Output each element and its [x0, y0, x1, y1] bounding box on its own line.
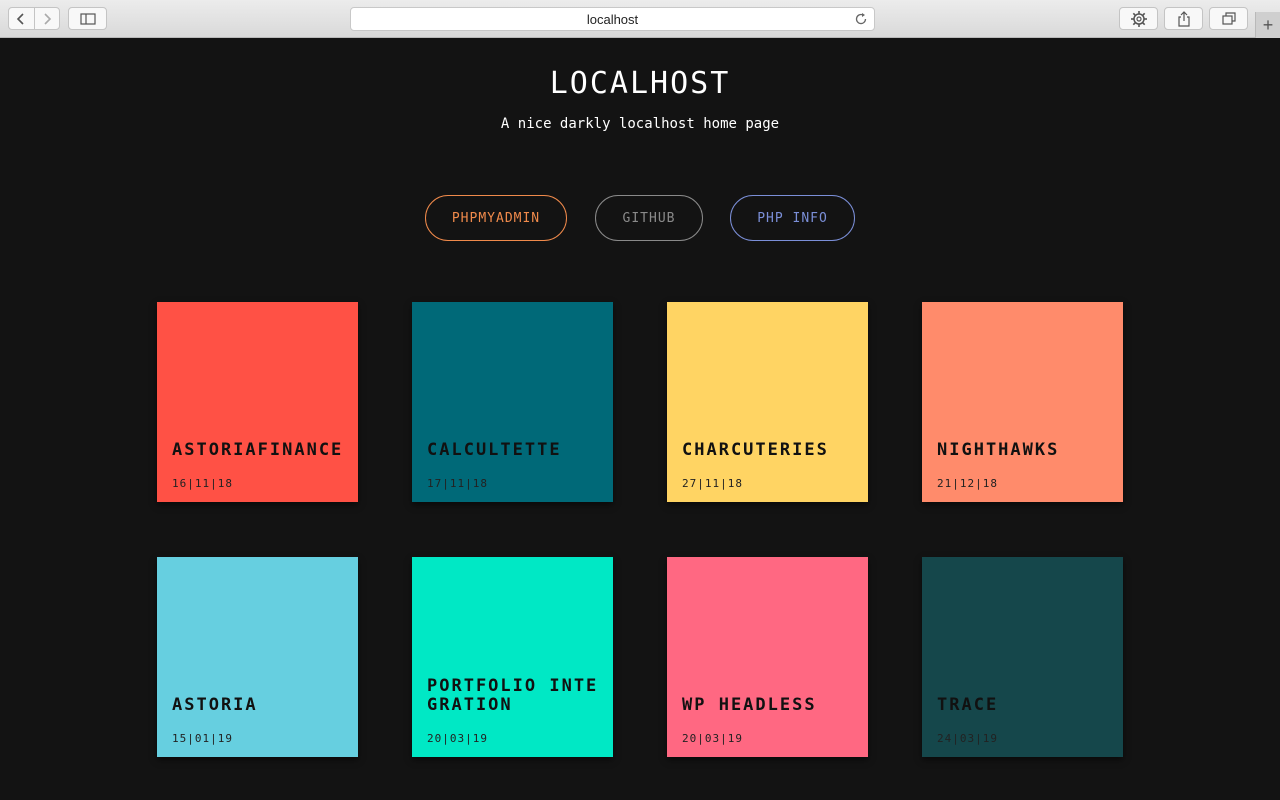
- new-tab-button[interactable]: +: [1255, 12, 1280, 38]
- project-date: 21|12|18: [937, 477, 998, 490]
- page-subtitle: A nice darkly localhost home page: [500, 116, 780, 132]
- chevron-right-icon: [44, 12, 51, 25]
- project-tile[interactable]: ASTORIAFINANCE 16|11|18: [157, 302, 358, 502]
- sidebar-icon: [79, 12, 96, 25]
- project-tile[interactable]: TRACE 24|03|19: [922, 557, 1123, 757]
- project-date: 20|03|19: [427, 732, 488, 745]
- project-name: ASTORIAFINANCE: [172, 440, 344, 460]
- project-name: TRACE: [937, 695, 999, 715]
- url-text: localhost: [586, 11, 639, 27]
- project-name: PORTFOLIO INTEGRATION: [427, 676, 599, 715]
- project-name: CHARCUTERIES: [682, 440, 829, 460]
- tabs-icon: [1221, 12, 1236, 25]
- project-date: 24|03|19: [937, 732, 998, 745]
- sidebar-button[interactable]: [68, 7, 107, 30]
- gear-icon: [1130, 10, 1147, 27]
- page-content: LOCALHOST A nice darkly localhost home p…: [0, 38, 1280, 800]
- settings-button[interactable]: [1119, 7, 1158, 30]
- project-tile[interactable]: NIGHTHAWKS 21|12|18: [922, 302, 1123, 502]
- share-icon: [1177, 10, 1190, 27]
- github-link[interactable]: GITHUB: [595, 195, 703, 241]
- address-bar[interactable]: localhost: [350, 7, 875, 31]
- project-date: 15|01|19: [172, 732, 233, 745]
- project-name: WP HEADLESS: [682, 695, 817, 715]
- project-name: CALCULTETTE: [427, 440, 562, 460]
- share-button[interactable]: [1164, 7, 1203, 30]
- history-nav: [8, 7, 60, 30]
- browser-toolbar: localhost +: [0, 0, 1280, 38]
- project-tile[interactable]: PORTFOLIO INTEGRATION 20|03|19: [412, 557, 613, 757]
- page-title: LOCALHOST: [549, 66, 731, 101]
- forward-button[interactable]: [33, 8, 60, 29]
- project-date: 17|11|18: [427, 477, 488, 490]
- project-name: ASTORIA: [172, 695, 258, 715]
- back-button[interactable]: [9, 8, 34, 29]
- project-tile[interactable]: WP HEADLESS 20|03|19: [667, 557, 868, 757]
- project-date: 16|11|18: [172, 477, 233, 490]
- php-info-link[interactable]: PHP INFO: [730, 195, 855, 241]
- project-tile[interactable]: CALCULTETTE 17|11|18: [412, 302, 613, 502]
- project-date: 27|11|18: [682, 477, 743, 490]
- project-tile[interactable]: ASTORIA 15|01|19: [157, 557, 358, 757]
- chevron-left-icon: [17, 12, 24, 25]
- project-name: NIGHTHAWKS: [937, 440, 1060, 460]
- phpmyadmin-link[interactable]: PHPMYADMIN: [425, 195, 567, 241]
- quick-links: PHPMYADMIN GITHUB PHP INFO: [0, 195, 1280, 241]
- project-date: 20|03|19: [682, 732, 743, 745]
- reload-icon[interactable]: [854, 12, 868, 26]
- tabs-overview-button[interactable]: [1209, 7, 1248, 30]
- project-tile[interactable]: CHARCUTERIES 27|11|18: [667, 302, 868, 502]
